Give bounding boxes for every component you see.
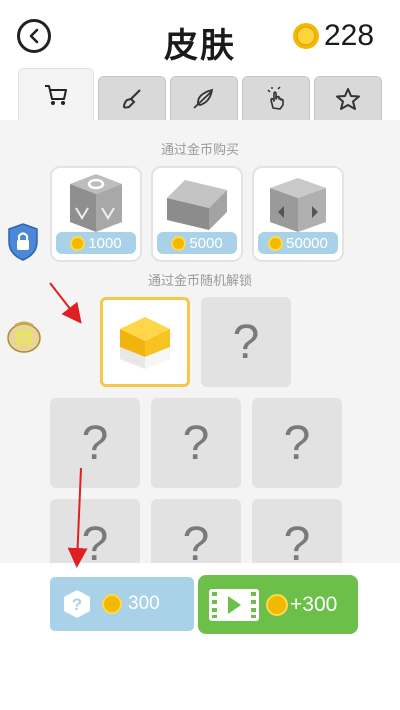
coin-icon — [268, 235, 284, 251]
shop-item-2[interactable]: 5000 — [151, 166, 243, 262]
tab-feather[interactable] — [170, 76, 238, 120]
star-icon — [336, 87, 360, 110]
random-unlock-button[interactable]: ? 300 — [50, 577, 194, 631]
lock-shield-icon — [8, 223, 38, 261]
price-text: 5000 — [189, 234, 223, 252]
cart-icon — [45, 84, 67, 105]
price-text: 50000 — [286, 234, 328, 252]
tap-hand-icon — [267, 85, 284, 110]
price-tag: 50000 — [258, 232, 338, 254]
price-tag: 1000 — [56, 232, 136, 254]
random-unlock-price: 300 — [128, 593, 160, 614]
coin-icon — [102, 594, 122, 614]
cube-ring-skin-icon — [70, 174, 122, 232]
svg-text:?: ? — [72, 595, 82, 614]
coin-icon — [266, 593, 288, 616]
random-section-label: 通过金币随机解锁 — [147, 273, 252, 288]
locked-slot[interactable]: ? — [252, 398, 342, 488]
price-tag: 5000 — [157, 232, 237, 254]
brush-icon — [122, 88, 141, 108]
feather-icon — [193, 88, 214, 109]
coin-icon — [70, 235, 86, 251]
video-film-icon — [209, 588, 259, 621]
shop-item-3[interactable]: 50000 — [252, 166, 344, 262]
video-reward-amount: +300 — [290, 592, 338, 616]
yellow-cube-skin-icon — [120, 317, 170, 369]
watch-video-button[interactable]: +300 — [198, 575, 358, 634]
unlocked-slot-yellow-cube[interactable] — [100, 297, 190, 387]
tab-tap[interactable] — [242, 76, 310, 120]
tab-bar — [18, 68, 386, 120]
locked-slot[interactable]: ? — [151, 398, 241, 488]
buy-section-label: 通过金币购买 — [160, 142, 239, 157]
house-block-skin-icon — [167, 180, 227, 230]
coin-icon — [293, 23, 319, 49]
locked-slot[interactable]: ? — [50, 398, 140, 488]
tab-paint[interactable] — [98, 76, 166, 120]
locked-slot[interactable]: ? — [201, 297, 291, 387]
wedge-block-skin-icon — [270, 178, 326, 232]
tab-favorites[interactable] — [314, 76, 382, 120]
coin-balance: 228 — [324, 19, 375, 52]
shop-item-1[interactable]: 1000 — [50, 166, 142, 262]
hexagon-question-icon: ? — [64, 590, 90, 618]
tab-shop[interactable] — [18, 68, 94, 120]
mystery-bag-icon — [7, 321, 41, 353]
coin-icon — [171, 235, 187, 251]
price-text: 1000 — [88, 234, 122, 252]
